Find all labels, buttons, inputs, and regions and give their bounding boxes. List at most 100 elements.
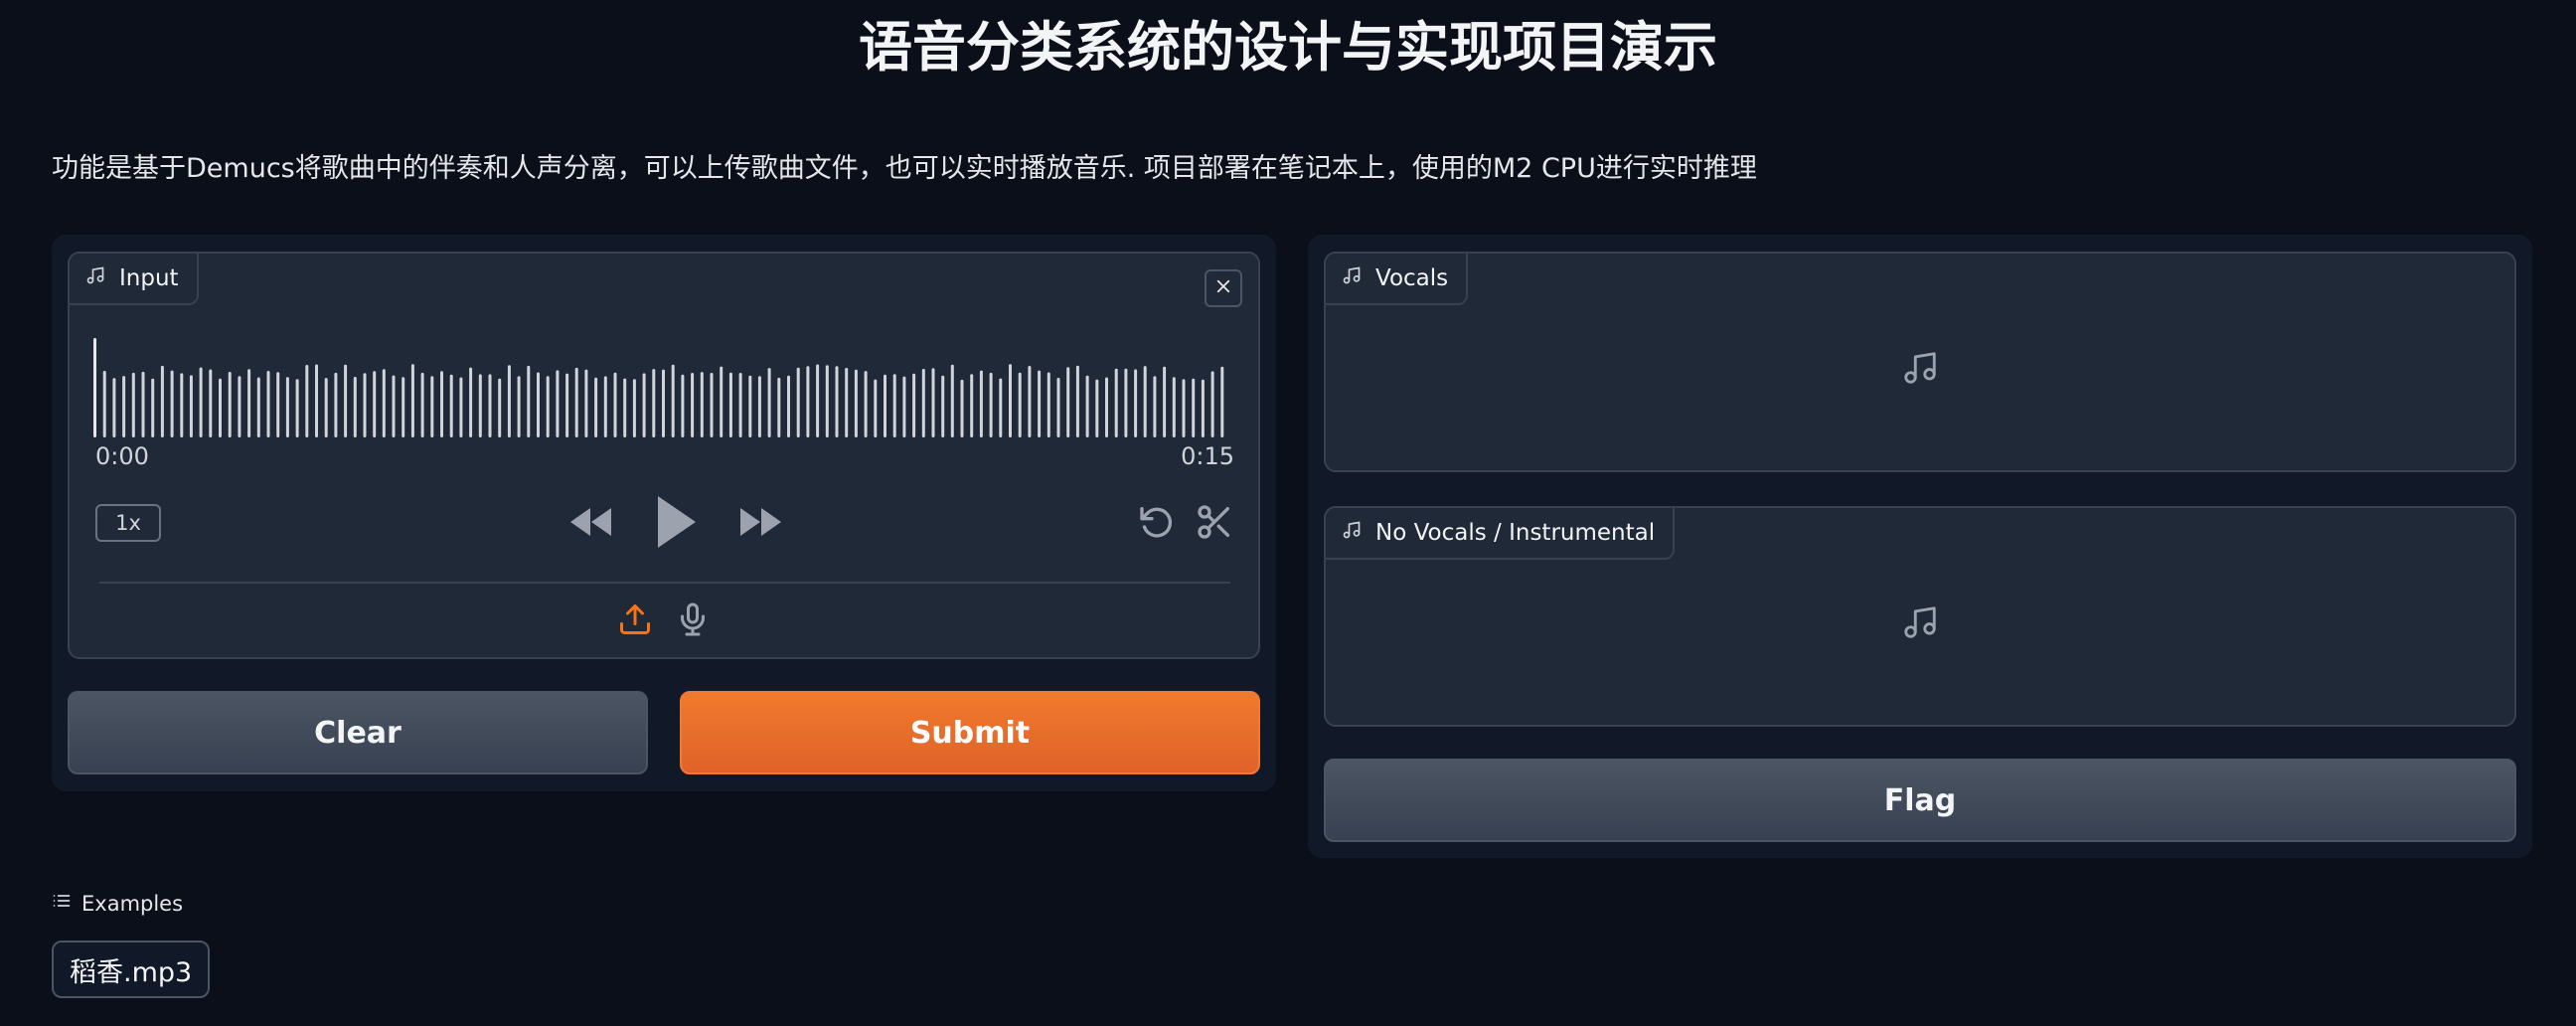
fast-forward-button[interactable]: [737, 505, 785, 543]
waveform-bar: [681, 374, 685, 437]
waveform-bar: [874, 379, 878, 437]
waveform-bar: [941, 375, 945, 437]
waveform-bar: [979, 370, 983, 437]
waveform-bar: [603, 376, 607, 437]
waveform-bar: [546, 376, 550, 437]
examples-header: Examples: [52, 891, 183, 916]
waveform-bar: [102, 371, 106, 437]
waveform-bar: [402, 377, 405, 437]
waveform-bar: [305, 365, 309, 437]
waveform-bar: [700, 372, 704, 437]
waveform-bar: [430, 376, 434, 437]
waveform-bar: [1153, 376, 1157, 437]
waveform-bar: [574, 367, 578, 437]
input-audio-block: Input 0:00 0:15 1x: [68, 252, 1260, 659]
waveform-bar: [1018, 372, 1022, 437]
waveform-bar: [652, 369, 656, 437]
waveform-bar: [1124, 368, 1128, 437]
waveform-bar: [757, 376, 761, 437]
vocals-label-tag: Vocals: [1326, 254, 1469, 305]
waveform-bar: [912, 373, 916, 437]
edit-tools: [1137, 502, 1234, 546]
waveform-bar: [170, 370, 174, 437]
controls-divider: [99, 582, 1230, 584]
waveform[interactable]: [93, 328, 1230, 437]
waveform-bar: [498, 378, 502, 437]
close-icon: [1214, 277, 1232, 299]
waveform-bar: [825, 365, 829, 437]
waveform-bar: [1201, 379, 1205, 437]
play-button[interactable]: [654, 493, 698, 555]
undo-icon: [1137, 507, 1177, 546]
waveform-bar: [662, 369, 665, 437]
music-note-icon: [1342, 520, 1362, 546]
transport-controls: [566, 492, 785, 556]
music-note-icon: [1901, 349, 1939, 391]
microphone-button[interactable]: [675, 601, 711, 641]
waveform-bar: [728, 372, 732, 437]
waveform-bar: [584, 369, 588, 437]
fast-forward-icon: [737, 505, 785, 543]
waveform-bar: [1028, 366, 1032, 437]
examples-label: Examples: [81, 891, 184, 916]
waveform-bar: [247, 369, 251, 437]
waveform-bar: [623, 378, 627, 437]
waveform-bar: [1192, 378, 1196, 437]
waveform-bar: [671, 364, 675, 437]
waveform-bar: [613, 372, 617, 437]
close-button[interactable]: [1205, 269, 1242, 307]
submit-button[interactable]: Submit: [680, 691, 1260, 774]
playback-speed-button[interactable]: 1x: [95, 504, 161, 542]
waveform-bar: [228, 372, 232, 437]
waveform-bar: [238, 376, 242, 437]
waveform-bar: [642, 373, 646, 437]
waveform-bar: [1009, 364, 1012, 437]
waveform-bar: [334, 372, 338, 437]
trim-button[interactable]: [1195, 502, 1234, 546]
vocals-empty-state: [1326, 349, 2514, 391]
waveform-bar: [315, 364, 318, 437]
waveform-bar: [189, 375, 193, 437]
waveform-bar: [1038, 370, 1042, 437]
rewind-button[interactable]: [566, 505, 614, 543]
waveform-bar: [112, 378, 116, 437]
waveform-bar: [845, 368, 849, 437]
waveform-bar: [488, 374, 492, 437]
example-item[interactable]: 稻香.mp3: [52, 940, 211, 998]
clear-button[interactable]: Clear: [68, 691, 648, 774]
waveform-bar: [884, 374, 886, 437]
waveform-bar: [960, 379, 964, 437]
source-selector: [70, 601, 1258, 641]
waveform-bar: [854, 369, 858, 437]
waveform-bar: [864, 371, 868, 437]
page-description: 功能是基于Demucs将歌曲中的伴奏和人声分离，可以上传歌曲文件，也可以实时播放…: [52, 153, 1757, 184]
page-title: 语音分类系统的设计与实现项目演示: [859, 16, 1717, 79]
undo-button[interactable]: [1137, 502, 1177, 546]
waveform-bar: [1134, 369, 1138, 437]
waveform-bar: [931, 368, 935, 437]
music-note-icon: [1901, 603, 1939, 645]
waveform-bar: [950, 364, 954, 437]
flag-button[interactable]: Flag: [1324, 759, 2516, 842]
waveform-bar: [1220, 366, 1224, 437]
waveform-bar: [892, 374, 896, 437]
waveform-bar: [999, 378, 1003, 437]
waveform-bar: [806, 366, 810, 437]
instrumental-output-block: No Vocals / Instrumental: [1324, 506, 2516, 727]
input-label: Input: [119, 265, 179, 291]
waveform-bar: [219, 378, 222, 437]
waveform-bar: [816, 364, 820, 437]
upload-button[interactable]: [617, 601, 653, 641]
scissors-icon: [1195, 505, 1234, 546]
waveform-bar: [902, 376, 906, 437]
waveform-bar: [1095, 379, 1099, 437]
waveform-bar: [1172, 377, 1176, 437]
input-label-tag: Input: [70, 254, 199, 305]
time-end: 0:15: [1181, 442, 1234, 470]
waveform-bar: [285, 377, 289, 437]
waveform-bar: [324, 378, 328, 437]
waveform-bar: [632, 379, 636, 437]
waveform-bar: [796, 367, 800, 437]
waveform-bar: [710, 373, 714, 437]
waveform-bar: [767, 368, 771, 437]
